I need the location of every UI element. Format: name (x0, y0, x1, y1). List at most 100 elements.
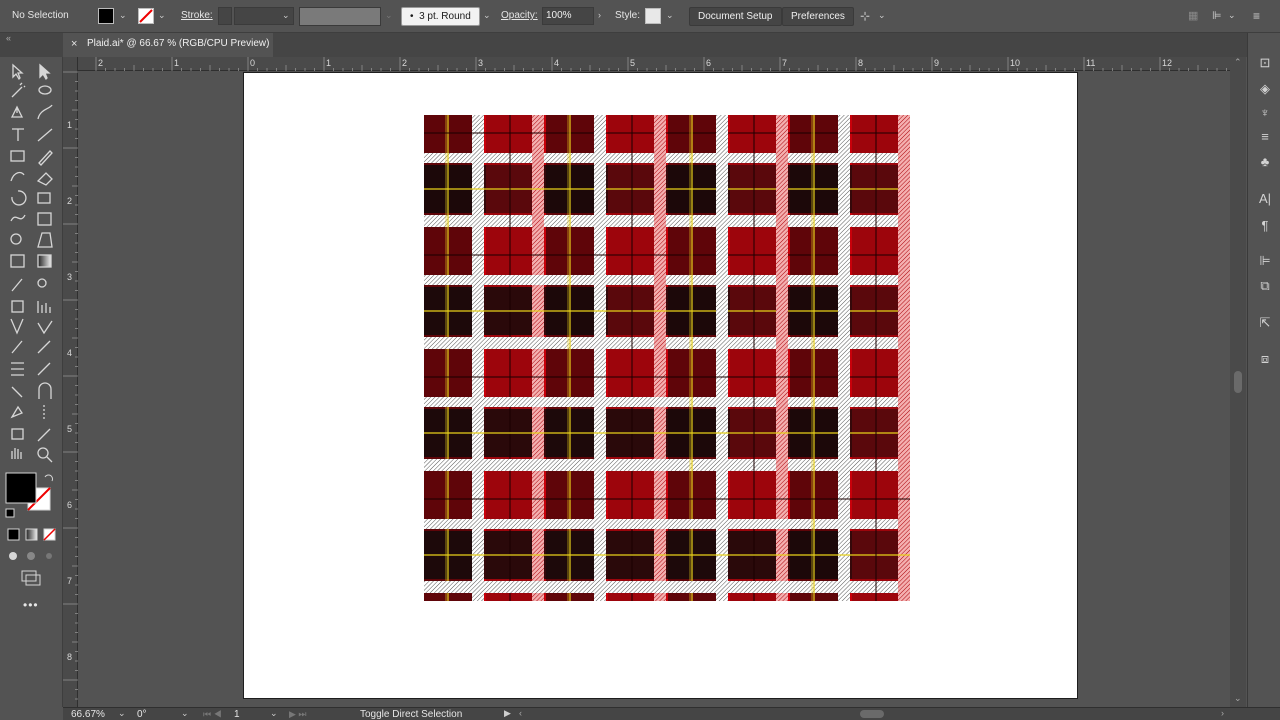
align-chevron-icon[interactable]: ⌄ (1228, 10, 1236, 21)
document-setup-button[interactable]: Document Setup (689, 7, 782, 26)
style-label: Style: (615, 10, 641, 21)
mesh-tool-icon (10, 254, 25, 268)
edit-toolbar-icon[interactable]: ••• (23, 598, 39, 612)
vertical-scroll-thumb[interactable] (1234, 371, 1242, 393)
export-panel-icon[interactable]: ⇱ (1257, 315, 1273, 331)
brush-definition[interactable]: • 3 pt. Round (401, 7, 480, 26)
document-tab-title: Plaid.ai* @ 66.67 % (RGB/CPU Preview) (87, 38, 270, 49)
zoom-chevron-icon[interactable]: ⌄ (118, 708, 126, 719)
arrange-documents-icon[interactable]: ⊹ (860, 9, 870, 23)
rectangle-tool-icon (10, 150, 25, 162)
eraser-tool-icon (36, 172, 53, 186)
first-artboard-icon[interactable]: ⏮ ◀ (203, 709, 222, 720)
brush-dot-icon: • (410, 11, 420, 22)
tool-icons (5, 63, 56, 586)
last-artboard-icon[interactable]: ▶ ⏭ (289, 709, 307, 720)
layers-panel-icon[interactable]: ◈ (1257, 81, 1273, 97)
draw-behind-icon (27, 552, 35, 560)
zoom-tool-icon (37, 447, 49, 459)
pathfinder-panel-icon[interactable]: ⧉ (1257, 278, 1273, 294)
properties-panel-icon[interactable]: ⊡ (1257, 55, 1273, 71)
perspective-grid-tool-icon (37, 232, 53, 248)
libraries-panel-icon[interactable]: ♆ (1257, 105, 1273, 121)
artboard-tool-icon (11, 428, 24, 440)
slice-tool-icon (37, 362, 51, 376)
character-panel-icon[interactable]: A| (1257, 191, 1273, 207)
status-menu-arrow-icon[interactable]: ▶ (504, 708, 511, 719)
pen-tool-icon (10, 105, 24, 118)
fill-swatch[interactable] (98, 8, 114, 24)
screen-mode-icon (21, 570, 37, 582)
vertical-scrollbar[interactable]: ⌃ ⌄ (1230, 57, 1246, 707)
scroll-down-icon[interactable]: ⌄ (1234, 693, 1242, 704)
scroll-up-icon[interactable]: ⌃ (1234, 57, 1242, 68)
artboard[interactable] (243, 72, 1078, 699)
brush-chevron-icon[interactable]: ⌄ (483, 10, 491, 21)
plaid-white-stripe-h (424, 581, 910, 593)
plaid-white-stripe-h (424, 519, 910, 529)
align-panel-dock-icon[interactable]: ⊫ (1257, 253, 1273, 269)
horizontal-scroll-thumb[interactable] (860, 710, 884, 718)
stroke-dropdown-chevron-icon[interactable]: ⌄ (158, 10, 166, 21)
selection-tool-icon (12, 63, 24, 81)
bar-list-tool-icon (11, 362, 24, 376)
preferences-button[interactable]: Preferences (782, 7, 854, 26)
variable-width-profile[interactable] (299, 7, 381, 26)
selection-status: No Selection (12, 10, 69, 21)
ruler-label: 10 (1010, 58, 1020, 68)
free-transform-tool-icon (37, 212, 52, 226)
fill-dropdown-chevron-icon[interactable]: ⌄ (119, 10, 127, 21)
style-swatch[interactable] (645, 8, 661, 24)
style-chevron-icon[interactable]: ⌄ (666, 10, 674, 21)
plaid-white-stripe-h (424, 459, 910, 471)
width-tool-icon (10, 214, 26, 222)
symbol-sprayer-tool-icon (11, 300, 24, 313)
artboard-chevron-icon[interactable]: ⌄ (270, 708, 278, 719)
symbols-panel-icon[interactable]: ♣ (1257, 154, 1273, 170)
ruler-label: 8 (858, 58, 863, 68)
paragraph-panel-icon[interactable]: ¶ (1257, 218, 1273, 234)
plaid-pink-stripe-v (898, 115, 910, 601)
ruler-label: 12 (1162, 58, 1172, 68)
close-tab-icon[interactable]: × (71, 38, 77, 50)
rotation-value[interactable]: 0° (137, 709, 147, 720)
artboards-panel-icon[interactable]: ⧈ (1257, 351, 1273, 367)
stroke-swatch[interactable] (138, 8, 154, 24)
vertical-ruler: 1 2 3 4 5 6 7 8 (63, 57, 78, 707)
document-tab[interactable]: × Plaid.ai* @ 66.67 % (RGB/CPU Preview) (63, 33, 273, 57)
zoom-handle-icon (46, 456, 53, 463)
opacity-input[interactable]: 100% (542, 7, 594, 25)
collapse-toolbar-icon[interactable]: « (6, 33, 11, 43)
artboard-number[interactable]: 1 (234, 709, 240, 720)
gradient-mode-icon (25, 528, 38, 541)
blob-brush-tool-icon (10, 405, 23, 419)
canvas-area[interactable] (79, 72, 1230, 707)
swap-fill-stroke-icon (44, 474, 53, 482)
profile-chevron-icon: ⌄ (385, 10, 393, 20)
ruler-label: 2 (98, 58, 103, 68)
ruler-label: 7 (67, 576, 72, 586)
plaid-white-stripe-h (424, 275, 910, 285)
plaid-white-stripe-v (838, 115, 850, 601)
ruler-label: 1 (67, 120, 72, 130)
artboard-snap-tool-icon (11, 386, 23, 398)
zoom-level[interactable]: 66.67% (71, 709, 105, 720)
stroke-weight-chevron-icon[interactable]: ⌄ (282, 10, 290, 21)
menu-icon[interactable]: ≡ (1253, 9, 1260, 23)
stroke-weight-stepper[interactable] (218, 7, 232, 25)
brushes-panel-icon[interactable]: ≡ (1257, 129, 1273, 145)
column-graph-tool-icon (37, 301, 51, 313)
opacity-label[interactable]: Opacity: (501, 10, 538, 21)
plaid-white-stripe-h (424, 397, 910, 407)
ruler-label: 4 (67, 348, 72, 358)
ruler-label: 11 (1086, 58, 1095, 68)
scroll-right-icon[interactable]: › (1221, 708, 1224, 718)
opacity-arrow-icon[interactable]: › (598, 10, 601, 20)
grid-layout-icon[interactable]: ▦ (1188, 9, 1198, 22)
plaid-pattern-artwork[interactable] (424, 115, 910, 601)
arrange-chevron-icon[interactable]: ⌄ (878, 10, 886, 21)
align-panel-icon[interactable]: ⊫ (1212, 9, 1222, 22)
scroll-left-icon[interactable]: ‹ (519, 708, 522, 718)
stroke-label[interactable]: Stroke: (181, 10, 213, 21)
rotation-chevron-icon[interactable]: ⌄ (181, 708, 189, 719)
